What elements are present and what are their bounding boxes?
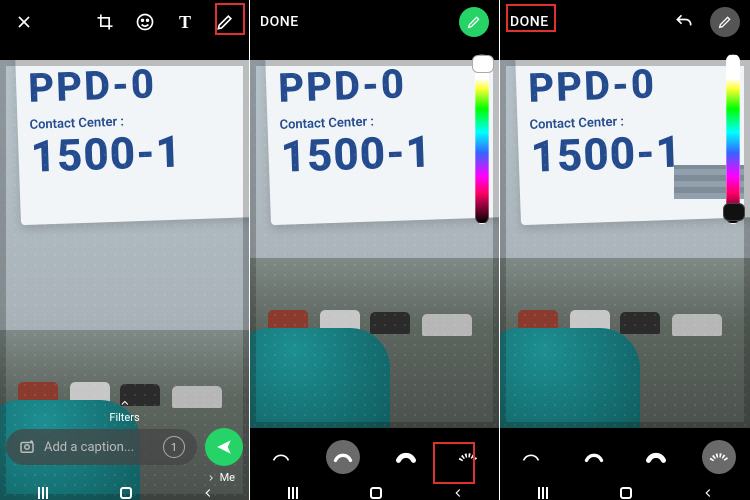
emoji-sticker-icon[interactable]: [131, 8, 159, 36]
send-button[interactable]: [205, 428, 243, 466]
brush-thin[interactable]: [264, 440, 298, 474]
draw-pencil-active-icon[interactable]: [710, 7, 740, 37]
nav-back[interactable]: [451, 486, 465, 500]
recipient-label: Me: [220, 471, 235, 484]
crop-rotate-icon[interactable]: [91, 8, 119, 36]
nav-back[interactable]: [701, 486, 715, 500]
nav-recent[interactable]: [35, 492, 51, 494]
done-button[interactable]: DONE: [510, 14, 549, 30]
android-nav-bar: [250, 486, 499, 500]
caption-row: Add a caption... 1: [6, 428, 243, 466]
nav-home[interactable]: [370, 487, 382, 499]
screen-draw-mode: DONE PPD-0 Contact Center : 1500-1: [250, 0, 500, 500]
nav-back[interactable]: [201, 486, 215, 500]
color-picker-slider[interactable]: [475, 54, 489, 224]
undo-icon[interactable]: [670, 8, 698, 36]
draw-top-toolbar: DONE: [250, 0, 499, 44]
editor-top-toolbar: T: [0, 0, 249, 44]
brush-selector-bar: [250, 434, 499, 480]
image-preview[interactable]: PPD-0 Contact Center : 1500-1: [500, 60, 750, 428]
android-nav-bar: [0, 486, 249, 500]
draw-pencil-active-icon[interactable]: [459, 7, 489, 37]
brush-selector-bar: [500, 434, 750, 480]
brush-thin[interactable]: [514, 440, 548, 474]
view-once-toggle[interactable]: 1: [163, 436, 185, 458]
image-preview[interactable]: PPD-0 Contact Center : 1500-1: [250, 60, 499, 428]
color-thumb[interactable]: [723, 203, 745, 221]
brush-pixelate[interactable]: [702, 440, 736, 474]
nav-recent[interactable]: [535, 492, 551, 494]
brush-highlight[interactable]: [577, 440, 611, 474]
screen-draw-applied: DONE PPD-0 Contact Center : 1500-1: [500, 0, 750, 500]
close-icon[interactable]: [10, 8, 38, 36]
caption-input[interactable]: Add a caption... 1: [6, 429, 197, 465]
color-thumb[interactable]: [472, 55, 494, 73]
android-nav-bar: [500, 486, 750, 500]
draw-pencil-icon[interactable]: [211, 8, 239, 36]
recipient-chip[interactable]: Me: [206, 471, 235, 484]
add-photo-icon: [18, 438, 36, 456]
nav-recent[interactable]: [285, 492, 301, 494]
brush-highlight[interactable]: [326, 440, 360, 474]
nav-home[interactable]: [620, 487, 632, 499]
color-picker-slider[interactable]: [726, 54, 740, 224]
done-button[interactable]: DONE: [260, 14, 299, 30]
caption-placeholder: Add a caption...: [44, 440, 134, 455]
screen-editor-initial: T PPD-0 Contact Center : 1500-1: [0, 0, 250, 500]
filters-label: Filters: [109, 411, 139, 424]
nav-home[interactable]: [120, 487, 132, 499]
filters-swipe-hint[interactable]: Filters: [109, 397, 139, 424]
brush-pixelate[interactable]: [451, 440, 485, 474]
brush-thick[interactable]: [639, 440, 673, 474]
text-tool-icon[interactable]: T: [171, 8, 199, 36]
draw-top-toolbar: DONE: [500, 0, 750, 44]
brush-thick[interactable]: [389, 440, 423, 474]
